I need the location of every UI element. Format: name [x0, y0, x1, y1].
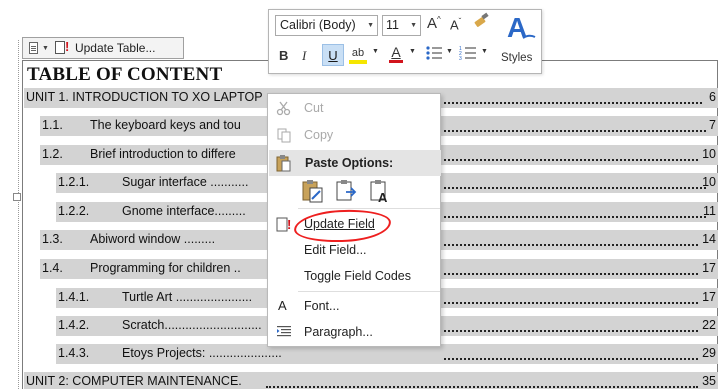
- chevron-down-icon: ▼: [410, 22, 417, 29]
- svg-text:!: !: [287, 217, 291, 232]
- bold-button[interactable]: B: [279, 48, 288, 63]
- underline-button[interactable]: U: [322, 44, 344, 66]
- paragraph-icon: [276, 324, 292, 340]
- font-name-dropdown[interactable]: Calibri (Body) ▼: [275, 15, 378, 36]
- font-color-label: A: [391, 44, 401, 60]
- field-update-bar: ▼ ! Update Table...: [22, 37, 184, 59]
- highlight-swatch: [349, 60, 367, 64]
- paste-keep-formatting-icon[interactable]: [302, 178, 324, 204]
- numbering-icon[interactable]: 123: [459, 44, 477, 65]
- mini-format-toolbar: Calibri (Body) ▼ 11 ▼ A^ Aˇ A B I U ab ▼…: [268, 9, 542, 74]
- svg-text:A: A: [378, 190, 388, 204]
- styles-label[interactable]: Styles: [501, 52, 532, 64]
- update-table-icon[interactable]: !: [54, 39, 71, 55]
- field-options-icon[interactable]: [29, 42, 38, 54]
- chevron-down-icon: ▼: [367, 22, 374, 29]
- styles-icon[interactable]: A: [503, 10, 539, 49]
- paste-text-only-icon[interactable]: A: [370, 178, 392, 205]
- toc-title: TABLE OF CONTENT: [27, 64, 223, 85]
- edit-field-label: Edit Field...: [304, 243, 367, 257]
- chevron-down-icon[interactable]: ▼: [481, 48, 488, 55]
- chevron-down-icon[interactable]: ▼: [409, 48, 416, 55]
- clipboard-icon: [276, 154, 292, 175]
- svg-text:3: 3: [459, 56, 462, 62]
- toggle-field-codes-label: Toggle Field Codes: [304, 269, 412, 283]
- paragraph-label: Paragraph...: [304, 325, 373, 339]
- scissors-icon: [276, 100, 292, 116]
- object-anchor-handle[interactable]: [13, 193, 21, 201]
- grow-font-icon[interactable]: A^: [427, 15, 441, 32]
- italic-button[interactable]: I: [302, 48, 306, 64]
- bullets-icon[interactable]: [425, 44, 443, 65]
- copy-label: Copy: [304, 128, 334, 142]
- menu-item-paragraph[interactable]: Paragraph...: [268, 319, 440, 345]
- font-size-dropdown[interactable]: 11 ▼: [382, 15, 421, 36]
- font-label: Font...: [304, 299, 340, 313]
- toc-entry[interactable]: 1.4.3. Etoys Projects: .................…: [56, 344, 718, 364]
- update-table-button[interactable]: Update Table...: [75, 41, 156, 55]
- format-painter-icon[interactable]: [473, 12, 491, 35]
- font-color-swatch: [389, 60, 403, 63]
- menu-item-font[interactable]: A Font...: [268, 293, 440, 319]
- chevron-down-icon[interactable]: ▼: [42, 45, 49, 52]
- font-size-value: 11: [386, 18, 399, 32]
- margin-guide: [18, 40, 19, 389]
- font-icon: A: [278, 298, 287, 313]
- chevron-down-icon[interactable]: ▼: [372, 48, 379, 55]
- copy-icon: [276, 127, 292, 143]
- font-color-button[interactable]: A: [389, 44, 403, 63]
- shrink-font-icon[interactable]: Aˇ: [450, 17, 461, 32]
- menu-item-cut[interactable]: Cut: [268, 95, 440, 121]
- update-field-icon: !: [276, 216, 292, 232]
- highlight-color-button[interactable]: ab: [349, 44, 367, 64]
- paste-options-label: Paste Options:: [305, 156, 394, 170]
- menu-item-toggle-field-codes[interactable]: Toggle Field Codes: [268, 263, 440, 289]
- cut-label: Cut: [304, 101, 324, 115]
- paste-options-header: Paste Options:: [269, 150, 441, 176]
- highlight-label: ab: [351, 47, 365, 59]
- menu-separator: [298, 208, 440, 209]
- toc-entry[interactable]: UNIT 2: COMPUTER MAINTENANCE. 35: [24, 372, 718, 389]
- menu-separator: [298, 291, 440, 292]
- chevron-down-icon[interactable]: ▼: [446, 48, 453, 55]
- font-name-value: Calibri (Body): [280, 18, 356, 32]
- menu-item-copy[interactable]: Copy: [268, 122, 440, 148]
- paste-merge-formatting-icon[interactable]: [336, 178, 358, 204]
